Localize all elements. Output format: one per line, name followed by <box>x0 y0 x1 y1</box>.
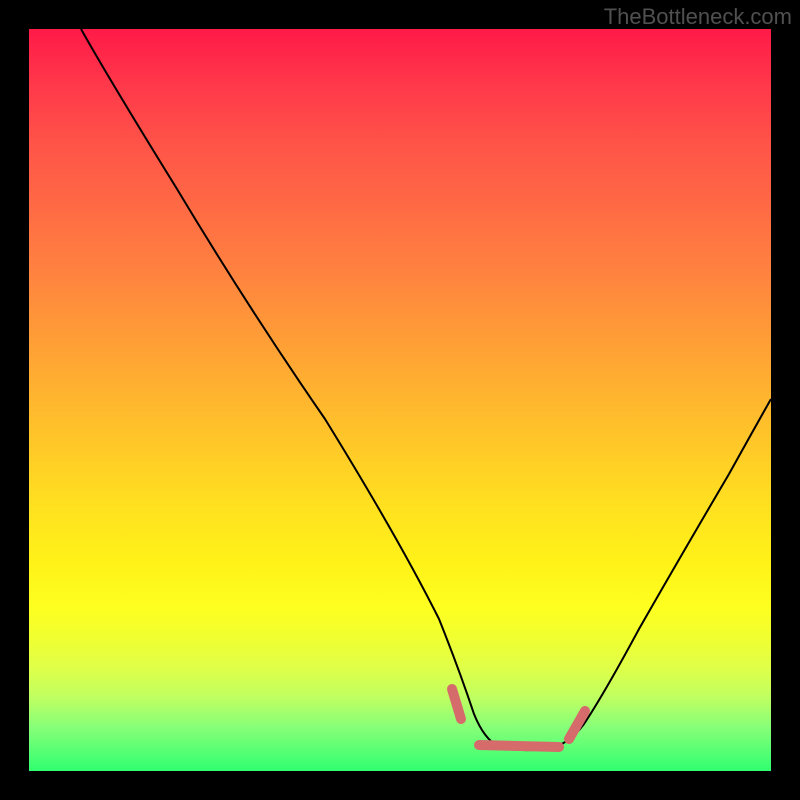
watermark-text: TheBottleneck.com <box>604 4 792 30</box>
chart-gradient-background <box>29 29 771 771</box>
